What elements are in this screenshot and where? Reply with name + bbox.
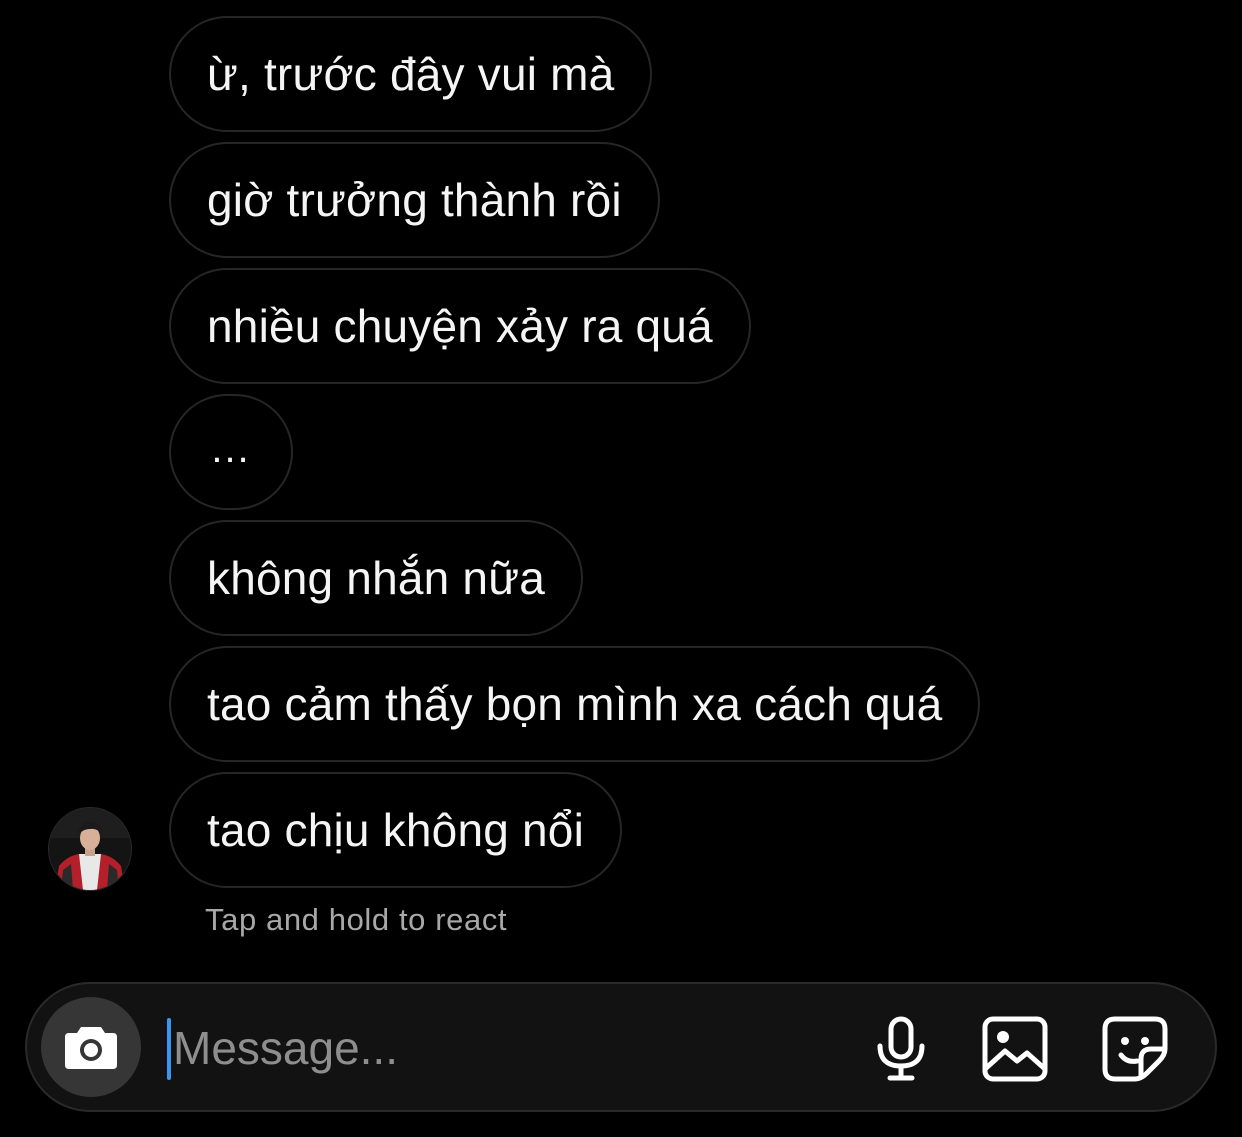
gallery-icon	[982, 1016, 1048, 1082]
message-bubble[interactable]: giờ trưởng thành rồi	[169, 142, 660, 258]
avatar-photo	[49, 808, 131, 890]
text-caret	[167, 1018, 171, 1080]
camera-button[interactable]	[41, 997, 141, 1097]
message-bubble[interactable]: không nhắn nữa	[169, 520, 583, 636]
message-text: tao chịu không nổi	[207, 804, 584, 856]
sticker-button[interactable]	[1099, 1013, 1171, 1085]
message-text: ...	[211, 426, 251, 471]
message-bubble[interactable]: tao cảm thấy bọn mình xa cách quá	[169, 646, 981, 762]
camera-icon	[65, 1027, 117, 1069]
gallery-button[interactable]	[979, 1013, 1051, 1085]
message-bubble[interactable]: ...	[169, 394, 293, 510]
message-bubble[interactable]: nhiều chuyện xảy ra quá	[169, 268, 751, 384]
message-text: không nhắn nữa	[207, 552, 545, 604]
voice-message-button[interactable]	[865, 1013, 937, 1085]
message-text: ừ, trước đây vui mà	[207, 48, 615, 100]
microphone-icon	[877, 1016, 925, 1081]
message-text: giờ trưởng thành rồi	[207, 174, 622, 226]
message-bubble[interactable]: ừ, trước đây vui mà	[169, 16, 653, 132]
message-bubble[interactable]: tao chịu không nổi	[169, 772, 622, 888]
message-text: nhiều chuyện xảy ra quá	[207, 300, 713, 352]
react-hint: Tap and hold to react	[205, 902, 508, 937]
message-composer	[25, 982, 1217, 1112]
message-text: tao cảm thấy bọn mình xa cách quá	[207, 678, 943, 730]
message-input[interactable]	[173, 1010, 833, 1086]
sticker-icon	[1102, 1016, 1168, 1082]
message-thread: ừ, trước đây vui mà giờ trưởng thành rồi…	[0, 0, 1242, 980]
sender-avatar[interactable]	[49, 808, 131, 890]
